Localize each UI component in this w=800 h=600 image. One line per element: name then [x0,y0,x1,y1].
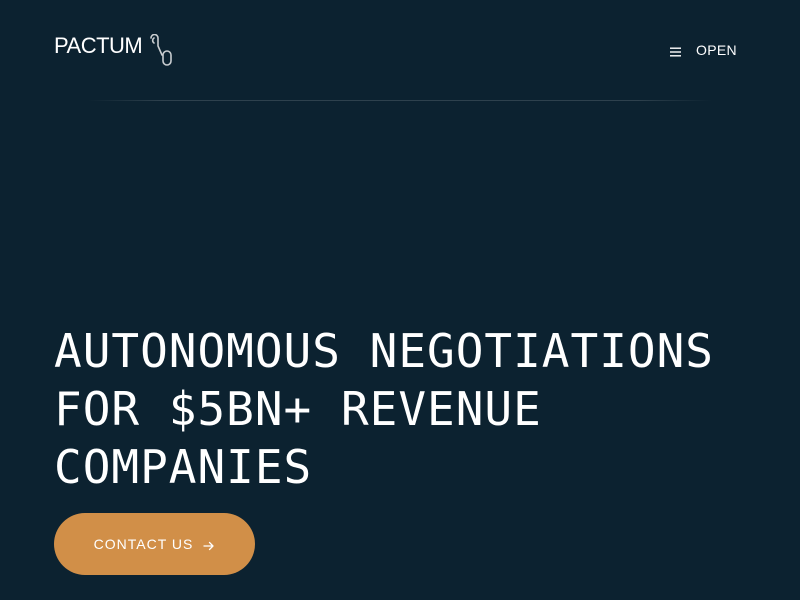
header-divider [88,100,712,101]
contact-us-label: CONTACT US [93,536,194,552]
headline-line-3: COMPANIES [54,440,313,494]
contact-us-button[interactable]: CONTACT US [54,513,255,575]
headline-line-1: AUTONOMOUS NEGOTIATIONS [54,324,714,378]
site-header: PACTUM OPEN [0,0,800,100]
page: PACTUM OPEN AUTONOMOUS NEGOTIATIONS FOR … [0,0,800,600]
arrow-right-icon [203,539,215,551]
menu-label: OPEN [696,42,737,58]
menu-open-button[interactable]: OPEN [670,40,737,60]
headline-line-2: FOR $5BN+ REVENUE [54,382,542,436]
logo-link[interactable]: PACTUM [54,33,180,71]
hamburger-icon [670,45,682,57]
pactum-logo-mark-icon [148,33,180,71]
hero-section: AUTONOMOUS NEGOTIATIONS FOR $5BN+ REVENU… [54,322,754,496]
hero-headline: AUTONOMOUS NEGOTIATIONS FOR $5BN+ REVENU… [54,322,754,496]
logo-text: PACTUM [54,33,143,58]
